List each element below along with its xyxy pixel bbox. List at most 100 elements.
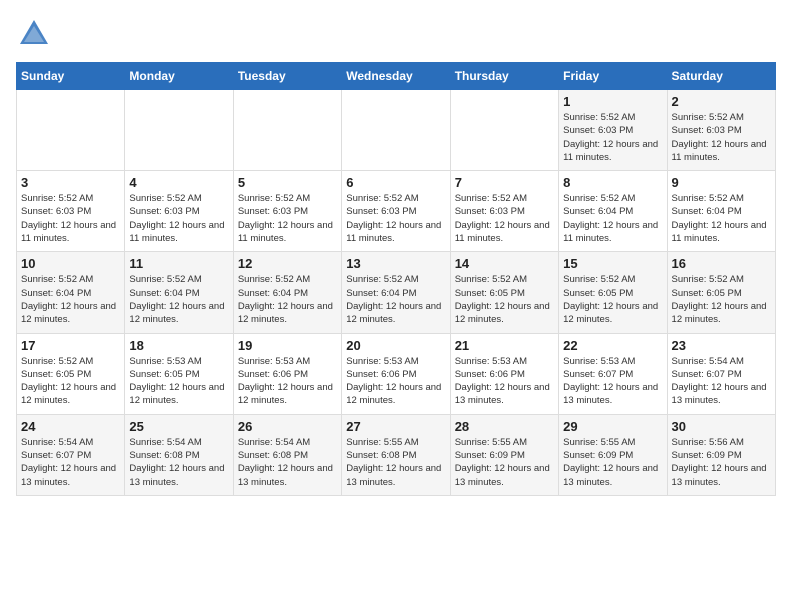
- logo-icon: [16, 16, 52, 52]
- day-info: Sunrise: 5:52 AM Sunset: 6:04 PM Dayligh…: [129, 273, 228, 326]
- day-info: Sunrise: 5:54 AM Sunset: 6:08 PM Dayligh…: [129, 436, 228, 489]
- header-saturday: Saturday: [667, 63, 775, 90]
- logo: [16, 16, 56, 52]
- day-info: Sunrise: 5:52 AM Sunset: 6:04 PM Dayligh…: [238, 273, 337, 326]
- day-number: 26: [238, 419, 337, 434]
- calendar-cell: 2 Sunrise: 5:52 AM Sunset: 6:03 PM Daylig…: [667, 90, 775, 171]
- day-number: 15: [563, 256, 662, 271]
- calendar-cell: [233, 90, 341, 171]
- day-number: 20: [346, 338, 445, 353]
- day-number: 5: [238, 175, 337, 190]
- day-number: 14: [455, 256, 554, 271]
- day-number: 30: [672, 419, 771, 434]
- calendar-cell: 14 Sunrise: 5:52 AM Sunset: 6:05 PM Dayli…: [450, 252, 558, 333]
- calendar-cell: 24Sunrise: 5:54 AM Sunset: 6:07 PM Dayli…: [17, 414, 125, 495]
- calendar-week-row: 1 Sunrise: 5:52 AM Sunset: 6:03 PM Daylig…: [17, 90, 776, 171]
- day-info: Sunrise: 5:55 AM Sunset: 6:09 PM Dayligh…: [455, 436, 554, 489]
- day-info: Sunrise: 5:53 AM Sunset: 6:06 PM Dayligh…: [346, 355, 445, 408]
- day-info: Sunrise: 5:52 AM Sunset: 6:03 PM Dayligh…: [672, 111, 771, 164]
- day-info: Sunrise: 5:52 AM Sunset: 6:04 PM Dayligh…: [21, 273, 120, 326]
- day-number: 3: [21, 175, 120, 190]
- header-thursday: Thursday: [450, 63, 558, 90]
- calendar-cell: 6Sunrise: 5:52 AM Sunset: 6:03 PM Daylig…: [342, 171, 450, 252]
- calendar-cell: 5 Sunrise: 5:52 AM Sunset: 6:03 PM Daylig…: [233, 171, 341, 252]
- header-tuesday: Tuesday: [233, 63, 341, 90]
- day-info: Sunrise: 5:55 AM Sunset: 6:08 PM Dayligh…: [346, 436, 445, 489]
- calendar-cell: 22 Sunrise: 5:53 AM Sunset: 6:07 PM Dayli…: [559, 333, 667, 414]
- calendar-cell: 8 Sunrise: 5:52 AM Sunset: 6:04 PM Daylig…: [559, 171, 667, 252]
- calendar-cell: 17 Sunrise: 5:52 AM Sunset: 6:05 PM Dayli…: [17, 333, 125, 414]
- day-number: 10: [21, 256, 120, 271]
- day-number: 9: [672, 175, 771, 190]
- calendar-cell: 19 Sunrise: 5:53 AM Sunset: 6:06 PM Dayli…: [233, 333, 341, 414]
- day-info: Sunrise: 5:55 AM Sunset: 6:09 PM Dayligh…: [563, 436, 662, 489]
- day-number: 18: [129, 338, 228, 353]
- calendar-table: SundayMondayTuesdayWednesdayThursdayFrid…: [16, 62, 776, 496]
- day-info: Sunrise: 5:52 AM Sunset: 6:04 PM Dayligh…: [672, 192, 771, 245]
- day-number: 17: [21, 338, 120, 353]
- day-info: Sunrise: 5:53 AM Sunset: 6:05 PM Dayligh…: [129, 355, 228, 408]
- day-info: Sunrise: 5:54 AM Sunset: 6:08 PM Dayligh…: [238, 436, 337, 489]
- day-number: 23: [672, 338, 771, 353]
- calendar-cell: 21 Sunrise: 5:53 AM Sunset: 6:06 PM Dayli…: [450, 333, 558, 414]
- day-info: Sunrise: 5:54 AM Sunset: 6:07 PM Dayligh…: [21, 436, 120, 489]
- calendar-cell: 16 Sunrise: 5:52 AM Sunset: 6:05 PM Dayli…: [667, 252, 775, 333]
- calendar-cell: 7Sunrise: 5:52 AM Sunset: 6:03 PM Daylig…: [450, 171, 558, 252]
- calendar-cell: 27 Sunrise: 5:55 AM Sunset: 6:08 PM Dayli…: [342, 414, 450, 495]
- calendar-cell: [342, 90, 450, 171]
- calendar-cell: 20 Sunrise: 5:53 AM Sunset: 6:06 PM Dayli…: [342, 333, 450, 414]
- calendar-cell: 28 Sunrise: 5:55 AM Sunset: 6:09 PM Dayli…: [450, 414, 558, 495]
- day-number: 16: [672, 256, 771, 271]
- day-info: Sunrise: 5:54 AM Sunset: 6:07 PM Dayligh…: [672, 355, 771, 408]
- day-number: 11: [129, 256, 228, 271]
- day-number: 4: [129, 175, 228, 190]
- day-info: Sunrise: 5:52 AM Sunset: 6:05 PM Dayligh…: [21, 355, 120, 408]
- day-number: 22: [563, 338, 662, 353]
- day-number: 12: [238, 256, 337, 271]
- page-header: [16, 16, 776, 52]
- calendar-cell: 10 Sunrise: 5:52 AM Sunset: 6:04 PM Dayli…: [17, 252, 125, 333]
- day-info: Sunrise: 5:52 AM Sunset: 6:05 PM Dayligh…: [455, 273, 554, 326]
- day-number: 8: [563, 175, 662, 190]
- day-number: 28: [455, 419, 554, 434]
- day-info: Sunrise: 5:53 AM Sunset: 6:07 PM Dayligh…: [563, 355, 662, 408]
- day-number: 25: [129, 419, 228, 434]
- day-info: Sunrise: 5:52 AM Sunset: 6:05 PM Dayligh…: [672, 273, 771, 326]
- header-monday: Monday: [125, 63, 233, 90]
- calendar-week-row: 17 Sunrise: 5:52 AM Sunset: 6:05 PM Dayli…: [17, 333, 776, 414]
- calendar-cell: 29 Sunrise: 5:55 AM Sunset: 6:09 PM Dayli…: [559, 414, 667, 495]
- calendar-cell: 4 Sunrise: 5:52 AM Sunset: 6:03 PM Daylig…: [125, 171, 233, 252]
- day-number: 19: [238, 338, 337, 353]
- day-info: Sunrise: 5:52 AM Sunset: 6:04 PM Dayligh…: [563, 192, 662, 245]
- calendar-week-row: 10 Sunrise: 5:52 AM Sunset: 6:04 PM Dayli…: [17, 252, 776, 333]
- calendar-cell: 15 Sunrise: 5:52 AM Sunset: 6:05 PM Dayli…: [559, 252, 667, 333]
- day-info: Sunrise: 5:52 AM Sunset: 6:04 PM Dayligh…: [346, 273, 445, 326]
- calendar-cell: 26 Sunrise: 5:54 AM Sunset: 6:08 PM Dayli…: [233, 414, 341, 495]
- calendar-week-row: 3 Sunrise: 5:52 AM Sunset: 6:03 PM Daylig…: [17, 171, 776, 252]
- day-number: 2: [672, 94, 771, 109]
- day-info: Sunrise: 5:52 AM Sunset: 6:03 PM Dayligh…: [238, 192, 337, 245]
- header-sunday: Sunday: [17, 63, 125, 90]
- calendar-cell: 23 Sunrise: 5:54 AM Sunset: 6:07 PM Dayli…: [667, 333, 775, 414]
- day-info: Sunrise: 5:52 AM Sunset: 6:05 PM Dayligh…: [563, 273, 662, 326]
- calendar-cell: [125, 90, 233, 171]
- day-number: 1: [563, 94, 662, 109]
- calendar-cell: 25 Sunrise: 5:54 AM Sunset: 6:08 PM Dayli…: [125, 414, 233, 495]
- day-number: 13: [346, 256, 445, 271]
- header-friday: Friday: [559, 63, 667, 90]
- calendar-cell: 3 Sunrise: 5:52 AM Sunset: 6:03 PM Daylig…: [17, 171, 125, 252]
- day-info: Sunrise: 5:52 AM Sunset: 6:03 PM Dayligh…: [129, 192, 228, 245]
- day-info: Sunrise: 5:52 AM Sunset: 6:03 PM Dayligh…: [21, 192, 120, 245]
- calendar-header-row: SundayMondayTuesdayWednesdayThursdayFrid…: [17, 63, 776, 90]
- day-info: Sunrise: 5:53 AM Sunset: 6:06 PM Dayligh…: [455, 355, 554, 408]
- calendar-cell: 12 Sunrise: 5:52 AM Sunset: 6:04 PM Dayli…: [233, 252, 341, 333]
- day-info: Sunrise: 5:52 AM Sunset: 6:03 PM Dayligh…: [563, 111, 662, 164]
- day-number: 29: [563, 419, 662, 434]
- day-number: 27: [346, 419, 445, 434]
- day-number: 21: [455, 338, 554, 353]
- day-info: Sunrise: 5:52 AM Sunset: 6:03 PM Dayligh…: [346, 192, 445, 245]
- calendar-cell: 18 Sunrise: 5:53 AM Sunset: 6:05 PM Dayli…: [125, 333, 233, 414]
- day-info: Sunrise: 5:53 AM Sunset: 6:06 PM Dayligh…: [238, 355, 337, 408]
- calendar-cell: 9 Sunrise: 5:52 AM Sunset: 6:04 PM Daylig…: [667, 171, 775, 252]
- day-info: Sunrise: 5:52 AM Sunset: 6:03 PM Dayligh…: [455, 192, 554, 245]
